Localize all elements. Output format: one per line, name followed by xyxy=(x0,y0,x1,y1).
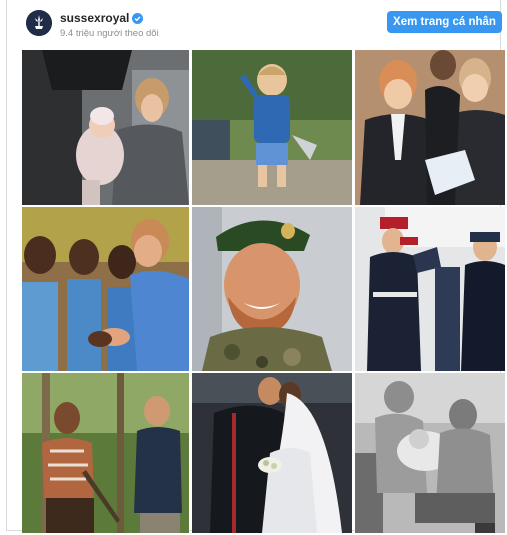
photo-tile-diana-baby[interactable] xyxy=(22,50,189,205)
follower-count: 9.4 triệu người theo dõi xyxy=(60,28,159,39)
royal-crest-icon xyxy=(26,10,52,36)
photo-tile-forest-visit[interactable] xyxy=(22,373,189,533)
verified-badge-icon xyxy=(132,12,144,24)
photo-tile-guards-ceremony[interactable] xyxy=(355,207,505,371)
photo-tile-army-beret[interactable] xyxy=(192,207,352,371)
username-row: sussexroyal xyxy=(60,11,144,25)
view-profile-button[interactable]: Xem trang cá nhân xyxy=(387,11,502,33)
photo-tile-family-baby[interactable] xyxy=(355,373,505,533)
photo-grid xyxy=(22,50,505,533)
photo-tile-handshake-children[interactable] xyxy=(22,207,189,371)
avatar[interactable] xyxy=(26,10,52,36)
photo-tile-princes-suits[interactable] xyxy=(355,50,505,205)
photo-tile-boy-waving[interactable] xyxy=(192,50,352,205)
photo-tile-wedding-kiss[interactable] xyxy=(192,373,352,533)
profile-header: sussexroyal 9.4 triệu người theo dõi Xem… xyxy=(20,8,505,42)
username[interactable]: sussexroyal xyxy=(60,11,129,25)
